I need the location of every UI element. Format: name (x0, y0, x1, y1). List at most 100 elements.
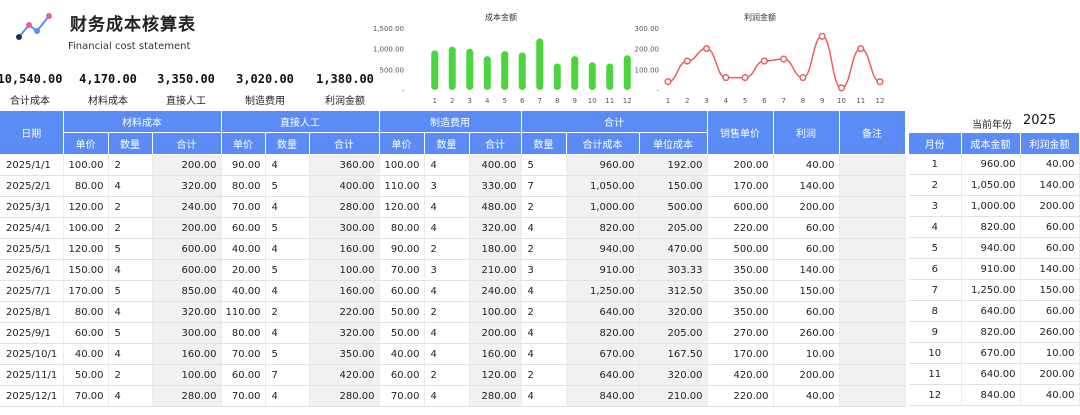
cell-pf[interactable]: 140.00 (773, 259, 840, 281)
cell-cost-amount[interactable]: 840.00 (961, 384, 1021, 406)
cell-pf[interactable]: 140.00 (773, 175, 840, 197)
cell-tc[interactable]: 1,250.00 (566, 280, 640, 302)
cell-uc[interactable]: 205.00 (639, 322, 708, 344)
cell-lq[interactable]: 5 (265, 217, 310, 239)
cell-uc[interactable]: 320.00 (639, 301, 708, 323)
cell-mq[interactable]: 2 (108, 196, 153, 218)
cell-ms[interactable]: 320.00 (152, 301, 222, 323)
cell-lp[interactable]: 70.00 (221, 196, 266, 218)
cell-pf[interactable]: 60.00 (773, 238, 840, 260)
cell-oq[interactable]: 4 (424, 154, 470, 176)
cell-mq[interactable]: 4 (108, 175, 153, 197)
cell-ms[interactable]: 600.00 (152, 259, 222, 281)
cell-tq[interactable]: 4 (521, 280, 567, 302)
cell-uc[interactable]: 303.33 (639, 259, 708, 281)
cell-cost-amount[interactable]: 820.00 (961, 216, 1021, 238)
cell-op[interactable]: 50.00 (379, 322, 425, 344)
cell-lp[interactable]: 70.00 (221, 385, 266, 407)
cell-ls[interactable]: 280.00 (309, 385, 380, 407)
cell-tq[interactable]: 4 (521, 322, 567, 344)
cell-ms[interactable]: 300.00 (152, 322, 222, 344)
cell-month[interactable]: 3 (909, 195, 962, 217)
cell-note[interactable] (839, 217, 906, 239)
cell-op[interactable]: 60.00 (379, 280, 425, 302)
cell-ms[interactable]: 240.00 (152, 196, 222, 218)
cell-month[interactable]: 2 (909, 174, 962, 196)
cell-date[interactable]: 2025/2/1 (0, 175, 64, 197)
cell-profit-amount[interactable]: 60.00 (1020, 216, 1080, 238)
cell-ls[interactable]: 400.00 (309, 175, 380, 197)
cell-oq[interactable]: 3 (424, 259, 470, 281)
cell-mq[interactable]: 4 (108, 259, 153, 281)
cell-uc[interactable]: 210.00 (639, 385, 708, 407)
cell-mp[interactable]: 70.00 (63, 385, 109, 407)
cell-lq[interactable]: 4 (265, 154, 310, 176)
cell-lq[interactable]: 4 (265, 280, 310, 302)
cell-note[interactable] (839, 196, 906, 218)
cell-ls[interactable]: 320.00 (309, 322, 380, 344)
cell-lp[interactable]: 60.00 (221, 217, 266, 239)
cell-op[interactable]: 70.00 (379, 259, 425, 281)
cell-mp[interactable]: 50.00 (63, 364, 109, 386)
cell-profit-amount[interactable]: 40.00 (1020, 154, 1080, 175)
cell-note[interactable] (839, 175, 906, 197)
cell-date[interactable]: 2025/7/1 (0, 280, 64, 302)
cell-tq[interactable]: 4 (521, 343, 567, 365)
cell-os[interactable]: 330.00 (469, 175, 522, 197)
cell-tq[interactable]: 5 (521, 154, 567, 176)
cell-month[interactable]: 7 (909, 279, 962, 301)
cell-tc[interactable]: 1,050.00 (566, 175, 640, 197)
cell-sp[interactable]: 500.00 (707, 238, 774, 260)
cell-profit-amount[interactable]: 140.00 (1020, 174, 1080, 196)
cell-sp[interactable]: 270.00 (707, 322, 774, 344)
cell-oq[interactable]: 4 (424, 322, 470, 344)
cell-tq[interactable]: 2 (521, 196, 567, 218)
cell-mq[interactable]: 5 (108, 322, 153, 344)
cell-tc[interactable]: 640.00 (566, 301, 640, 323)
cell-op[interactable]: 80.00 (379, 217, 425, 239)
cell-profit-amount[interactable]: 150.00 (1020, 279, 1080, 301)
cell-ls[interactable]: 220.00 (309, 301, 380, 323)
cell-profit-amount[interactable]: 200.00 (1020, 195, 1080, 217)
cell-op[interactable]: 90.00 (379, 238, 425, 260)
cell-uc[interactable]: 192.00 (639, 154, 708, 176)
cell-date[interactable]: 2025/10/1 (0, 343, 64, 365)
cell-pf[interactable]: 60.00 (773, 301, 840, 323)
cell-os[interactable]: 480.00 (469, 196, 522, 218)
cell-mp[interactable]: 150.00 (63, 259, 109, 281)
cell-month[interactable]: 5 (909, 237, 962, 259)
cell-pf[interactable]: 40.00 (773, 154, 840, 176)
cell-tc[interactable]: 820.00 (566, 322, 640, 344)
cell-pf[interactable]: 200.00 (773, 364, 840, 386)
cell-uc[interactable]: 312.50 (639, 280, 708, 302)
cell-cost-amount[interactable]: 910.00 (961, 258, 1021, 280)
cell-month[interactable]: 12 (909, 384, 962, 406)
cell-mp[interactable]: 100.00 (63, 217, 109, 239)
cell-mq[interactable]: 2 (108, 154, 153, 176)
cell-profit-amount[interactable]: 200.00 (1020, 363, 1080, 385)
cell-os[interactable]: 180.00 (469, 238, 522, 260)
cell-lp[interactable]: 60.00 (221, 364, 266, 386)
cell-ms[interactable]: 600.00 (152, 238, 222, 260)
cell-profit-amount[interactable]: 40.00 (1020, 384, 1080, 406)
cell-cost-amount[interactable]: 960.00 (961, 154, 1021, 175)
cell-date[interactable]: 2025/8/1 (0, 301, 64, 323)
cell-pf[interactable]: 40.00 (773, 385, 840, 407)
cell-sp[interactable]: 600.00 (707, 196, 774, 218)
cell-ls[interactable]: 160.00 (309, 280, 380, 302)
cell-month[interactable]: 10 (909, 342, 962, 364)
cell-oq[interactable]: 4 (424, 196, 470, 218)
cell-tq[interactable]: 2 (521, 364, 567, 386)
cell-lq[interactable]: 5 (265, 259, 310, 281)
cell-month[interactable]: 8 (909, 300, 962, 322)
cell-ms[interactable]: 200.00 (152, 154, 222, 176)
cell-month[interactable]: 1 (909, 154, 962, 175)
cell-oq[interactable]: 2 (424, 301, 470, 323)
cell-sp[interactable]: 220.00 (707, 385, 774, 407)
cell-sp[interactable]: 420.00 (707, 364, 774, 386)
cell-tq[interactable]: 4 (521, 217, 567, 239)
cell-mp[interactable]: 120.00 (63, 196, 109, 218)
cell-mp[interactable]: 100.00 (63, 154, 109, 176)
cell-lq[interactable]: 4 (265, 322, 310, 344)
cell-note[interactable] (839, 259, 906, 281)
